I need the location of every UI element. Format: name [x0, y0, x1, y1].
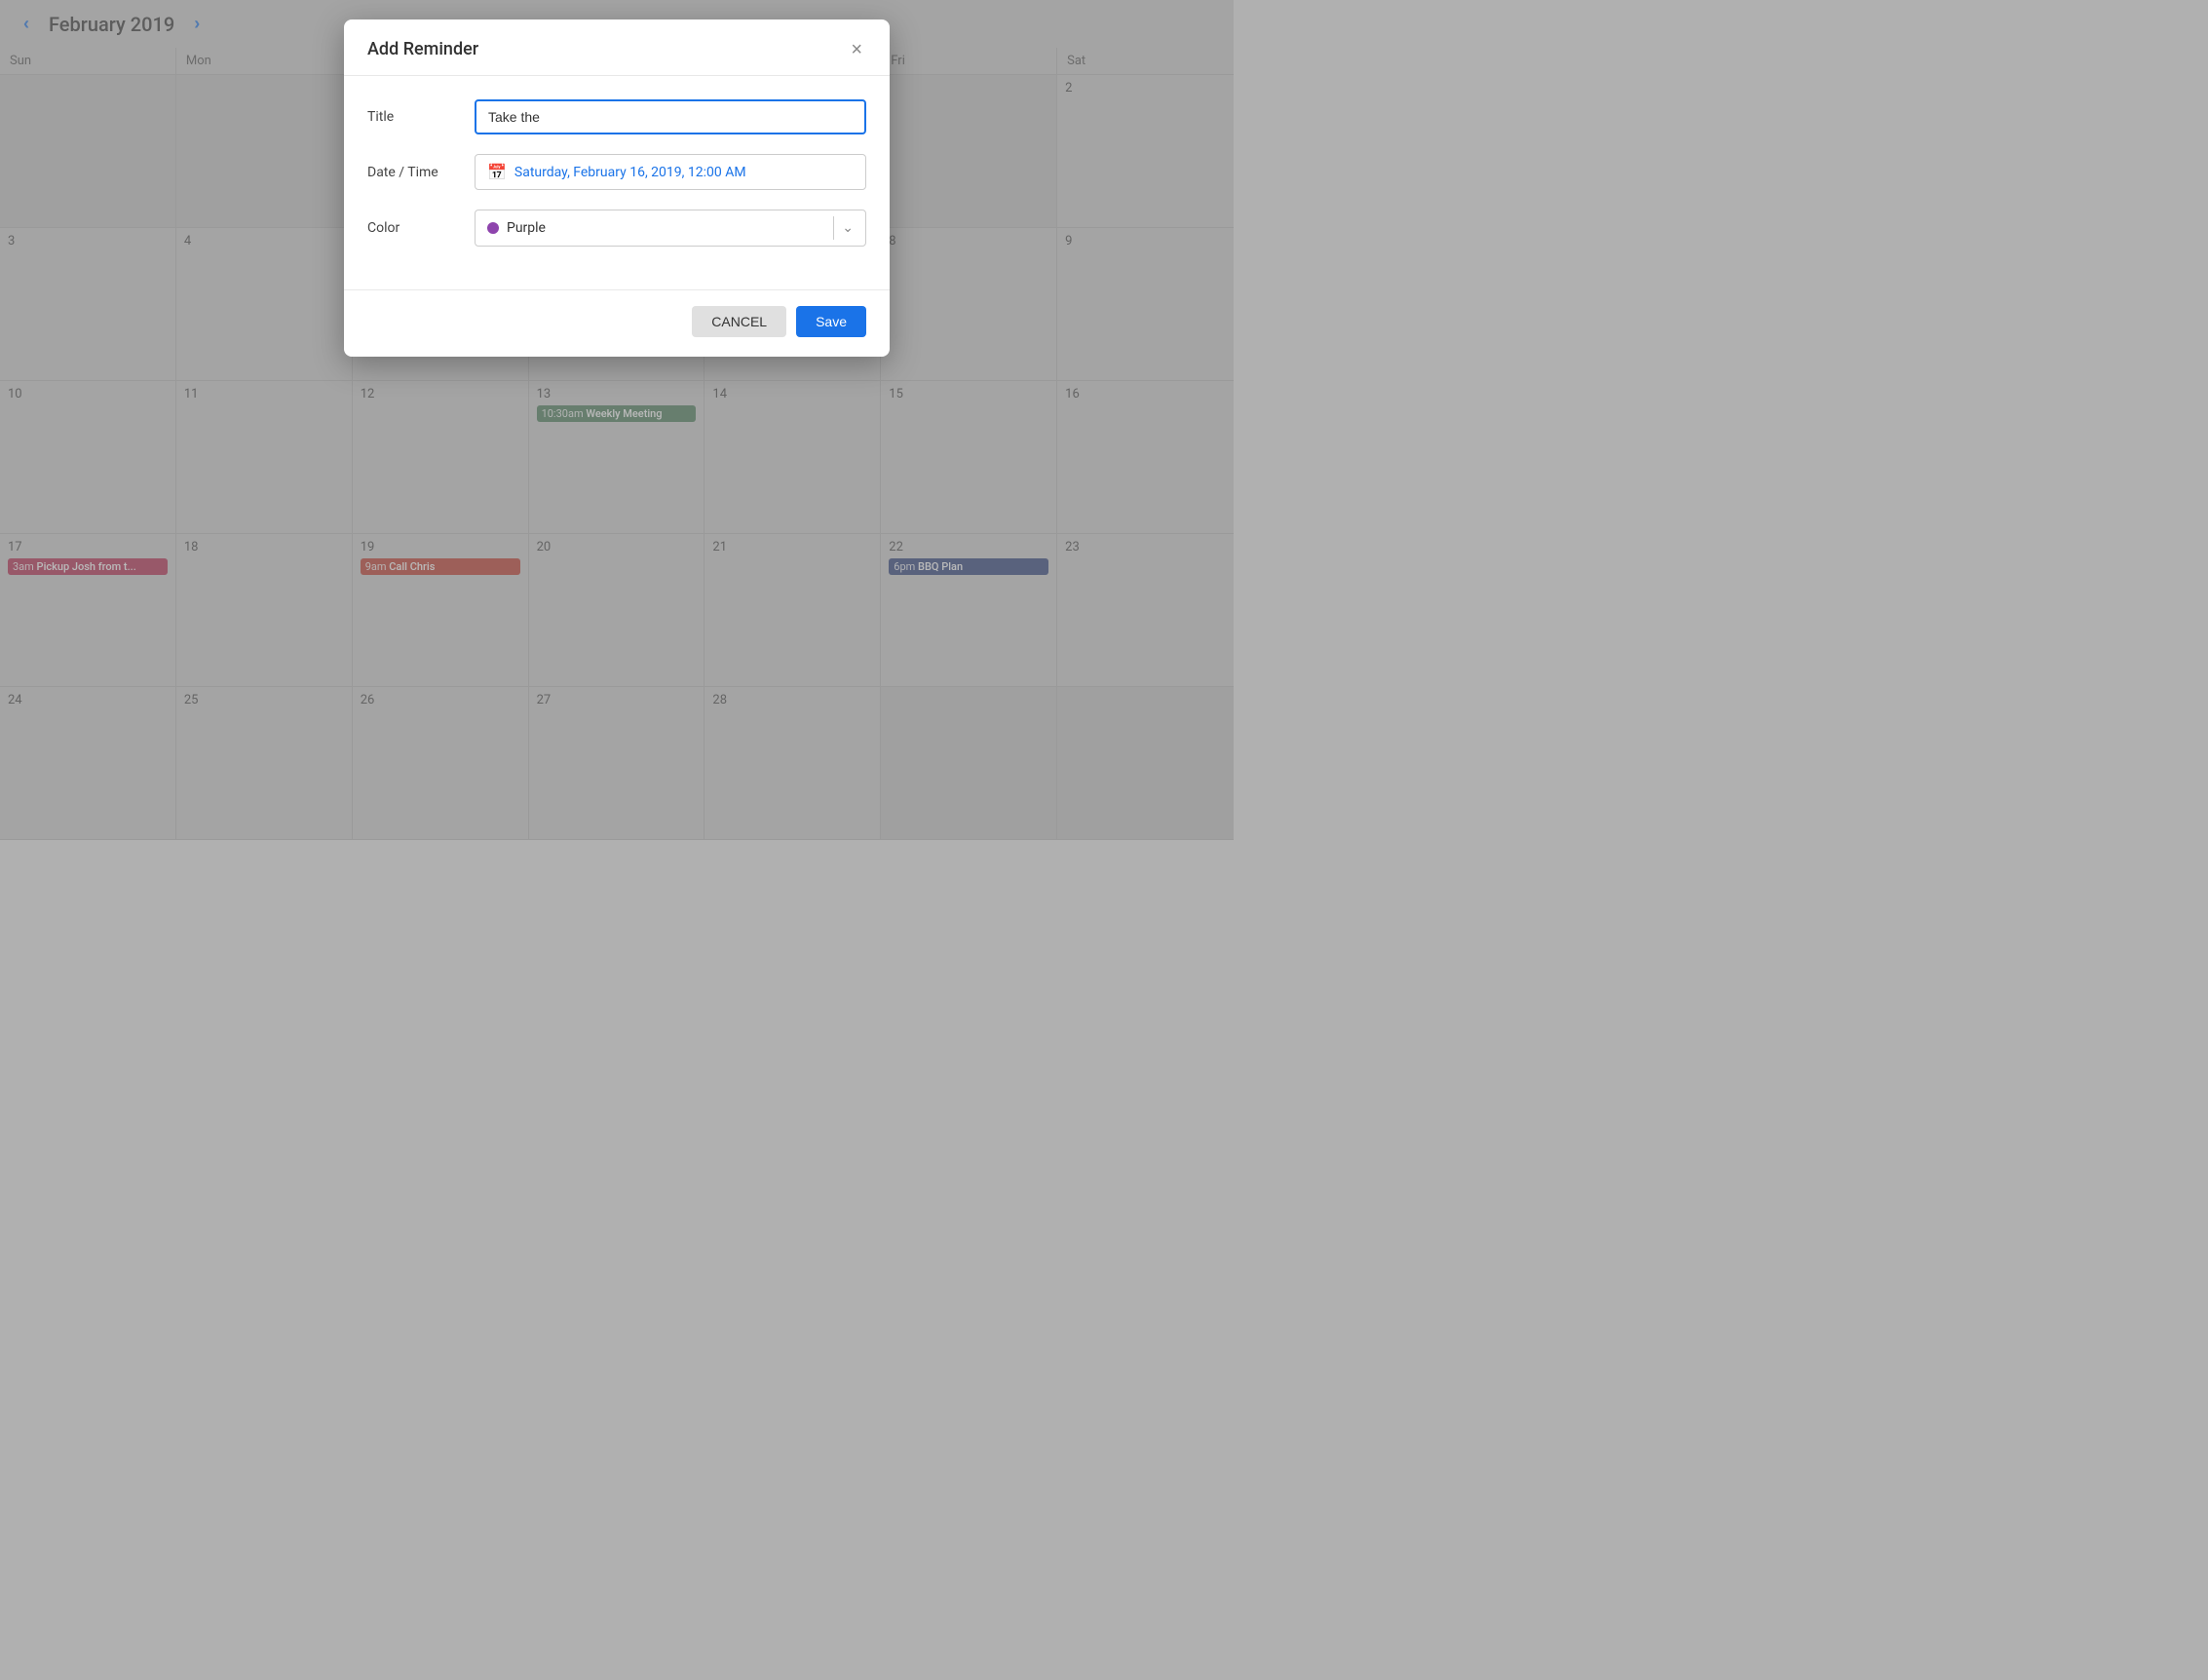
color-divider	[833, 216, 834, 240]
add-reminder-modal: Add Reminder × Title Date / Time 📅 Satur…	[344, 19, 890, 357]
chevron-down-icon: ⌄	[842, 220, 854, 236]
modal-body: Title Date / Time 📅 Saturday, February 1…	[344, 76, 890, 289]
save-button[interactable]: Save	[796, 306, 866, 337]
title-input[interactable]	[475, 99, 866, 134]
color-label: Color	[367, 220, 475, 236]
color-dot	[487, 222, 499, 234]
modal-overlay: Add Reminder × Title Date / Time 📅 Satur…	[0, 0, 1234, 840]
calendar-icon: 📅	[487, 163, 507, 181]
color-row: Color Purple ⌄	[367, 210, 866, 247]
modal-footer: CANCEL Save	[344, 289, 890, 357]
modal-header: Add Reminder ×	[344, 19, 890, 76]
datetime-label: Date / Time	[367, 165, 475, 180]
modal-title: Add Reminder	[367, 39, 478, 59]
datetime-text: Saturday, February 16, 2019, 12:00 AM	[514, 165, 746, 180]
color-field-container: Purple ⌄	[475, 210, 866, 247]
datetime-field-container: 📅 Saturday, February 16, 2019, 12:00 AM	[475, 154, 866, 190]
color-picker[interactable]: Purple ⌄	[475, 210, 866, 247]
cancel-button[interactable]: CANCEL	[692, 306, 786, 337]
color-field-left: Purple	[487, 220, 546, 236]
title-field-container	[475, 99, 866, 134]
title-row: Title	[367, 99, 866, 134]
modal-close-button[interactable]: ×	[847, 40, 866, 59]
color-value-label: Purple	[507, 220, 546, 236]
datetime-row: Date / Time 📅 Saturday, February 16, 201…	[367, 154, 866, 190]
datetime-picker[interactable]: 📅 Saturday, February 16, 2019, 12:00 AM	[475, 154, 866, 190]
title-label: Title	[367, 109, 475, 125]
color-dropdown-right: ⌄	[825, 216, 854, 240]
